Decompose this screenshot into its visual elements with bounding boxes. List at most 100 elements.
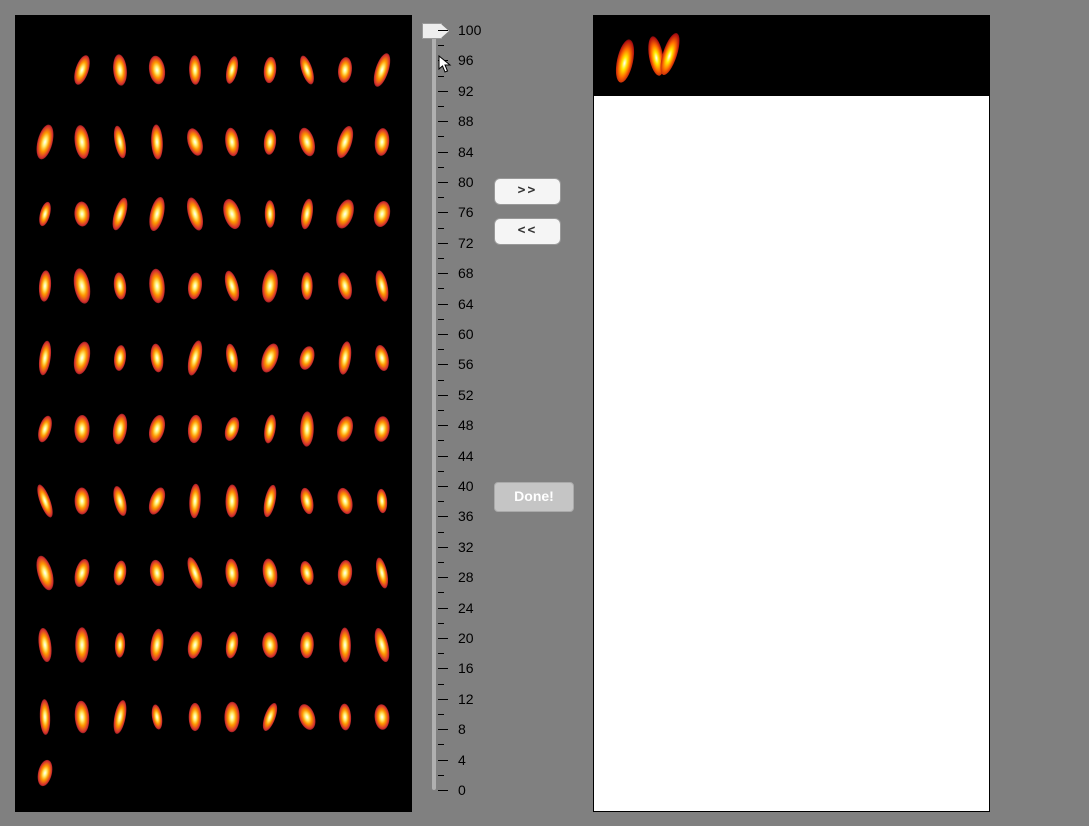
gallery-thumb[interactable]	[326, 537, 364, 609]
move-right-button[interactable]: >>	[494, 178, 561, 205]
gallery-thumb[interactable]	[64, 178, 102, 250]
gallery-thumb[interactable]	[214, 34, 252, 106]
gallery-thumb[interactable]	[251, 681, 289, 753]
gallery-thumb[interactable]	[326, 106, 364, 178]
gallery-thumb[interactable]	[251, 394, 289, 466]
gallery-thumb[interactable]	[26, 106, 64, 178]
gallery-thumb[interactable]	[176, 106, 214, 178]
gallery-thumb[interactable]	[214, 609, 252, 681]
gallery-thumb[interactable]	[364, 609, 402, 681]
gallery-thumb[interactable]	[101, 250, 139, 322]
done-button[interactable]: Done!	[494, 482, 574, 512]
gallery-thumb[interactable]	[101, 178, 139, 250]
gallery-thumb[interactable]	[251, 250, 289, 322]
gallery-thumb[interactable]	[214, 465, 252, 537]
gallery-thumb[interactable]	[326, 250, 364, 322]
gallery-thumb[interactable]	[64, 394, 102, 466]
gallery-thumb[interactable]	[289, 178, 327, 250]
gallery-thumb[interactable]	[26, 178, 64, 250]
gallery-thumb[interactable]	[139, 250, 177, 322]
gallery-thumb[interactable]	[289, 681, 327, 753]
gallery-thumb[interactable]	[364, 681, 402, 753]
gallery-thumb[interactable]	[64, 537, 102, 609]
gallery-thumb[interactable]	[326, 178, 364, 250]
gallery-thumb[interactable]	[326, 34, 364, 106]
gallery-thumb[interactable]	[251, 106, 289, 178]
gallery-thumb[interactable]	[289, 250, 327, 322]
gallery-thumb[interactable]	[251, 34, 289, 106]
gallery-thumb[interactable]	[101, 106, 139, 178]
gallery-thumb[interactable]	[101, 322, 139, 394]
gallery-thumb[interactable]	[364, 537, 402, 609]
gallery-thumb[interactable]	[364, 178, 402, 250]
gallery-thumb[interactable]	[26, 537, 64, 609]
gallery-thumb[interactable]	[64, 681, 102, 753]
gallery-thumb[interactable]	[139, 34, 177, 106]
gallery-thumb[interactable]	[326, 322, 364, 394]
gallery-thumb[interactable]	[214, 537, 252, 609]
gallery-thumb[interactable]	[251, 609, 289, 681]
gallery-thumb[interactable]	[101, 34, 139, 106]
gallery-thumb[interactable]	[289, 465, 327, 537]
gallery-thumb[interactable]	[26, 250, 64, 322]
gallery-thumb[interactable]	[101, 537, 139, 609]
gallery-thumb[interactable]	[289, 322, 327, 394]
gallery-thumb[interactable]	[364, 465, 402, 537]
gallery-thumb[interactable]	[214, 106, 252, 178]
gallery-thumb[interactable]	[251, 537, 289, 609]
gallery-thumb[interactable]	[101, 394, 139, 466]
gallery-thumb[interactable]	[251, 178, 289, 250]
gallery-thumb[interactable]	[326, 609, 364, 681]
gallery-thumb[interactable]	[214, 394, 252, 466]
gallery-thumb[interactable]	[64, 609, 102, 681]
gallery-thumb[interactable]	[139, 322, 177, 394]
gallery-thumb[interactable]	[214, 250, 252, 322]
gallery-thumb[interactable]	[64, 106, 102, 178]
gallery-thumb[interactable]	[289, 537, 327, 609]
gallery-thumb[interactable]	[26, 322, 64, 394]
move-left-button[interactable]: <<	[494, 218, 561, 245]
gallery-thumb[interactable]	[26, 465, 64, 537]
gallery-thumb[interactable]	[251, 322, 289, 394]
gallery-thumb[interactable]	[64, 250, 102, 322]
gallery-thumb[interactable]	[289, 34, 327, 106]
gallery-thumb[interactable]	[139, 106, 177, 178]
gallery-thumb[interactable]	[214, 681, 252, 753]
gallery-thumb[interactable]	[101, 465, 139, 537]
gallery-thumb[interactable]	[214, 322, 252, 394]
gallery-thumb[interactable]	[289, 106, 327, 178]
gallery-thumb[interactable]	[26, 394, 64, 466]
gallery-thumb[interactable]	[364, 394, 402, 466]
gallery-thumb[interactable]	[364, 250, 402, 322]
gallery-thumb[interactable]	[26, 609, 64, 681]
gallery-thumb[interactable]	[326, 465, 364, 537]
gallery-thumb[interactable]	[139, 609, 177, 681]
gallery-thumb[interactable]	[176, 537, 214, 609]
gallery-thumb[interactable]	[26, 753, 64, 793]
gallery-thumb[interactable]	[139, 394, 177, 466]
gallery-thumb[interactable]	[289, 609, 327, 681]
gallery-thumb[interactable]	[364, 34, 402, 106]
gallery-thumb[interactable]	[326, 681, 364, 753]
gallery-thumb[interactable]	[364, 106, 402, 178]
gallery-thumb[interactable]	[176, 394, 214, 466]
gallery-thumb[interactable]	[176, 322, 214, 394]
gallery-thumb[interactable]	[176, 465, 214, 537]
gallery-thumb[interactable]	[289, 394, 327, 466]
gallery-thumb[interactable]	[364, 322, 402, 394]
gallery-thumb[interactable]	[176, 178, 214, 250]
gallery-thumb[interactable]	[64, 34, 102, 106]
gallery-thumb[interactable]	[64, 322, 102, 394]
gallery-thumb[interactable]	[139, 537, 177, 609]
gallery-thumb[interactable]	[26, 681, 64, 753]
gallery-thumb[interactable]	[176, 609, 214, 681]
threshold-slider[interactable]: 0481216202428323640444852566064687276808…	[426, 30, 486, 790]
gallery-thumb[interactable]	[139, 681, 177, 753]
gallery-thumb[interactable]	[101, 681, 139, 753]
gallery-thumb[interactable]	[139, 465, 177, 537]
gallery-thumb[interactable]	[101, 609, 139, 681]
gallery-thumb[interactable]	[251, 465, 289, 537]
gallery-thumb[interactable]	[139, 178, 177, 250]
gallery-thumb[interactable]	[214, 178, 252, 250]
gallery-thumb[interactable]	[176, 250, 214, 322]
